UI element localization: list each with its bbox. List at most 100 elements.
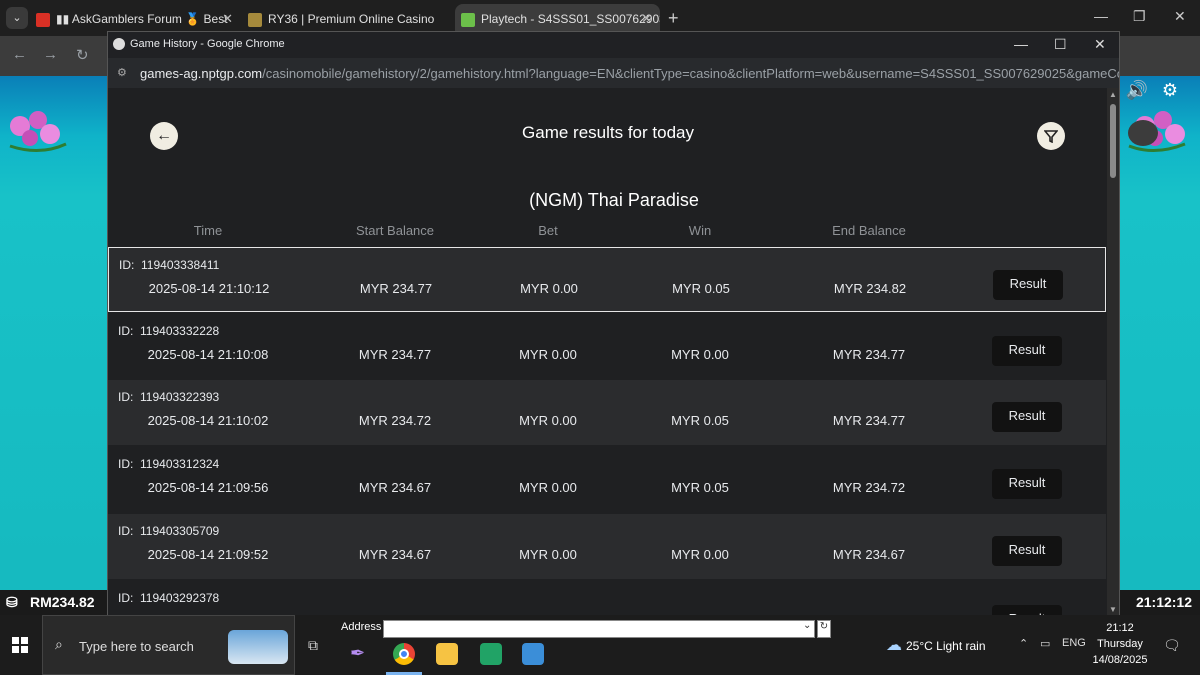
tab-search-button[interactable]: ⌄ [6, 7, 28, 29]
tab-playtech[interactable]: Playtech - S4SSS01_SS00762903 ✕ [455, 4, 660, 34]
table-row[interactable]: ID: 119403338411 2025-08-14 21:10:12 MYR… [108, 247, 1106, 312]
system-clock[interactable]: 21:12 Thursday 14/08/2025 [1084, 620, 1156, 668]
round-id: ID: 119403292378 [118, 591, 220, 605]
table-row[interactable]: ID: 119403332228 2025-08-14 21:10:08 MYR… [108, 314, 1106, 379]
calculator-icon[interactable] [522, 643, 544, 665]
cell-time: 2025-08-14 21:10:12 [148, 281, 270, 296]
table-row[interactable]: ID: 119403322393 2025-08-14 21:10:02 MYR… [108, 380, 1106, 445]
gear-icon[interactable]: ⚙ [1162, 80, 1178, 101]
chrome-icon [113, 38, 125, 50]
minimize-icon[interactable]: — [1094, 8, 1108, 24]
ry36-favicon-icon [248, 12, 262, 27]
tab-title: RY36 | Premium Online Casino [268, 12, 435, 26]
scroll-thumb[interactable] [1110, 104, 1116, 178]
chrome-icon[interactable] [393, 643, 415, 665]
close-icon[interactable]: ✕ [641, 4, 652, 34]
column-header-time: Time [193, 223, 223, 238]
maximize-icon[interactable]: ☐ [1054, 36, 1067, 53]
chevron-down-icon[interactable]: ⌄ [803, 620, 811, 631]
cell-end-balance: MYR 234.82 [833, 281, 907, 296]
tab-askgamblers[interactable]: ▮▮ AskGamblers Forum 🏅 Best ✕ [36, 4, 241, 34]
forward-icon[interactable]: → [43, 46, 58, 63]
cell-win: MYR 0.05 [672, 281, 730, 296]
close-window-icon[interactable]: ✕ [1174, 8, 1186, 25]
table-row[interactable]: ID: 119403312324 2025-08-14 21:09:56 MYR… [108, 447, 1106, 512]
cell-start-balance: MYR 234.67 [358, 547, 432, 562]
column-header-end-balance: End Balance [832, 223, 906, 238]
network-icon[interactable]: ▭ [1040, 637, 1050, 650]
address-toolbar-input[interactable] [383, 620, 815, 638]
back-icon[interactable]: ← [12, 46, 27, 63]
game-balance: RM234.82 [30, 594, 95, 610]
new-tab-button[interactable]: + [668, 8, 679, 29]
spreadsheet-icon[interactable] [480, 643, 502, 665]
clock-time: 21:12 [1106, 622, 1134, 634]
reload-icon[interactable]: ↻ [76, 46, 89, 64]
cell-end-balance: MYR 234.72 [832, 480, 906, 495]
scroll-down-icon[interactable]: ▼ [1109, 605, 1117, 614]
weather-widget[interactable]: ☁ 25°C Light rain [886, 635, 986, 655]
round-id: ID: 119403338411 [119, 258, 220, 272]
search-highlight-image [228, 630, 288, 664]
tab-ry36[interactable]: RY36 | Premium Online Casino [248, 4, 453, 34]
avatar[interactable] [1128, 120, 1158, 146]
game-history-window: Game History - Google Chrome — ☐ ✕ ⚙ gam… [107, 31, 1120, 616]
coins-icon: ⛁ [6, 594, 18, 610]
round-id: ID: 119403322393 [118, 390, 220, 404]
tab-title: ▮▮ AskGamblers Forum 🏅 Best [56, 12, 228, 26]
notification-icon[interactable]: 🗨 [1163, 637, 1181, 654]
cell-time: 2025-08-14 21:09:52 [147, 547, 269, 562]
scroll-up-icon[interactable]: ▲ [1109, 90, 1117, 99]
result-button[interactable]: Result [992, 469, 1062, 499]
taskbar-search[interactable]: ⌕ Type here to search [42, 615, 295, 675]
table-row[interactable]: ID: 119403292378 Result [108, 581, 1106, 616]
column-header-start-balance: Start Balance [355, 223, 435, 238]
cell-win: MYR 0.05 [671, 480, 729, 495]
cell-time: 2025-08-14 21:10:08 [147, 347, 269, 362]
page-title: Game results for today [522, 123, 694, 142]
result-button[interactable]: Result [992, 336, 1062, 366]
cloud-rain-icon: ☁ [886, 637, 902, 654]
cell-win: MYR 0.00 [671, 347, 729, 362]
cell-end-balance: MYR 234.67 [832, 547, 906, 562]
result-button[interactable]: Result [993, 270, 1063, 300]
cell-bet: MYR 0.00 [519, 480, 577, 495]
search-placeholder: Type here to search [79, 639, 194, 654]
round-id: ID: 119403305709 [118, 524, 220, 538]
result-button[interactable]: Result [992, 402, 1062, 432]
speaker-icon[interactable]: 🔊 [1126, 80, 1148, 101]
refresh-icon[interactable]: ↻ [817, 620, 831, 638]
filter-icon[interactable] [1037, 122, 1065, 150]
tab-title: Playtech - S4SSS01_SS00762903 [481, 12, 660, 26]
chevron-up-icon[interactable]: ⌃ [1019, 637, 1028, 650]
task-view-icon[interactable]: ⧉ [308, 637, 318, 654]
popup-url-bar[interactable]: ⚙ games-ag.nptgp.com/casinomobile/gamehi… [108, 58, 1119, 88]
cell-start-balance: MYR 234.72 [358, 413, 432, 428]
askgamblers-favicon-icon [36, 12, 50, 27]
clock-date: 14/08/2025 [1092, 654, 1148, 666]
url-path: /casinomobile/gamehistory/2/gamehistory.… [262, 66, 1119, 81]
column-header-win: Win [688, 223, 712, 238]
orchid-decoration-icon [9, 111, 67, 152]
site-info-icon[interactable]: ⚙ [117, 66, 127, 79]
language-indicator[interactable]: ENG [1062, 637, 1086, 649]
minimize-icon[interactable]: — [1014, 36, 1028, 52]
popup-window-title: Game History - Google Chrome [130, 38, 285, 50]
close-icon[interactable]: ✕ [222, 4, 233, 34]
table-row[interactable]: ID: 119403305709 2025-08-14 21:09:52 MYR… [108, 514, 1106, 579]
round-id: ID: 119403332228 [118, 324, 220, 338]
feather-icon[interactable]: ✒ [350, 643, 372, 665]
file-explorer-icon[interactable] [436, 643, 458, 665]
cell-end-balance: MYR 234.77 [832, 347, 906, 362]
game-name: (NGM) Thai Paradise [529, 190, 699, 210]
windows-start-icon[interactable] [12, 637, 28, 658]
column-header-bet: Bet [538, 223, 558, 238]
round-id: ID: 119403312324 [118, 457, 220, 471]
result-button[interactable]: Result [992, 536, 1062, 566]
popup-titlebar: Game History - Google Chrome — ☐ ✕ [108, 32, 1119, 58]
scrollbar[interactable]: ▲ ▼ [1107, 88, 1119, 616]
cell-start-balance: MYR 234.77 [359, 281, 433, 296]
url-domain: games-ag.nptgp.com [140, 66, 263, 81]
close-icon[interactable]: ✕ [1094, 36, 1106, 53]
restore-icon[interactable]: ❐ [1133, 8, 1146, 25]
